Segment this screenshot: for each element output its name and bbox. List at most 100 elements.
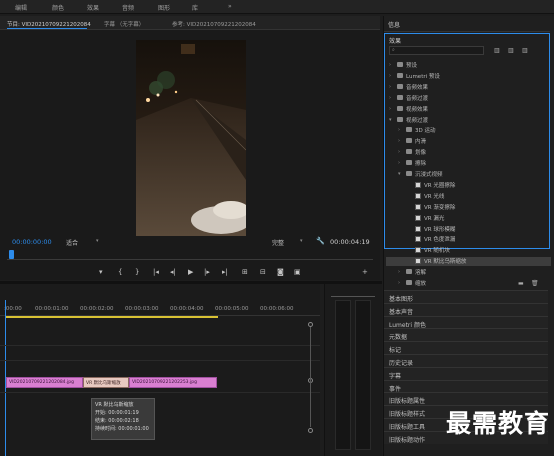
- tree-item-label: VR 球形模糊: [424, 226, 456, 233]
- effect-folder-item[interactable]: › 溶解: [386, 268, 551, 277]
- video-clip-2[interactable]: VID20210709221202253.jpg: [129, 377, 217, 388]
- vertical-scrollbar[interactable]: [310, 327, 311, 427]
- transition-clip[interactable]: VR 默比乌斯缩放: [83, 377, 129, 388]
- effect-item[interactable]: VR 随机块: [386, 246, 551, 255]
- effect-item[interactable]: VR 球形模糊: [386, 225, 551, 234]
- accelerated-effects-icon[interactable]: ▥: [494, 47, 500, 54]
- tab-program[interactable]: 节目: VID20210709221202084: [7, 20, 91, 28]
- transition-effect-icon: [415, 203, 421, 210]
- new-bin-icon[interactable]: ▬: [518, 280, 524, 287]
- effect-folder-item[interactable]: › 缩放: [386, 279, 551, 288]
- panel-header[interactable]: 历史记录: [384, 354, 548, 367]
- top-menu-bar: 编辑 颜色 效果 音频 图形 库 »: [0, 0, 554, 14]
- video-clip-1[interactable]: VID20210709221202084.jpg: [6, 377, 83, 388]
- mark-in-icon[interactable]: {: [118, 268, 122, 276]
- comparison-view-icon[interactable]: ▣: [294, 268, 301, 276]
- scroll-handle[interactable]: [308, 428, 313, 433]
- info-panel-title[interactable]: 信息: [388, 20, 400, 29]
- effect-folder-item[interactable]: › 预设: [386, 61, 551, 70]
- effect-item[interactable]: VR 渐变擦除: [386, 203, 551, 212]
- chevron-right-icon[interactable]: ›: [398, 269, 400, 275]
- effect-folder-item[interactable]: › 擦除: [386, 159, 551, 168]
- chevron-right-icon[interactable]: ›: [398, 149, 400, 155]
- chevron-down-icon[interactable]: ▾: [96, 238, 99, 244]
- step-back-icon[interactable]: ◂|: [170, 268, 176, 276]
- folder-icon: [397, 94, 403, 100]
- menu-more[interactable]: »: [228, 3, 232, 10]
- effect-item[interactable]: VR 漏光: [386, 214, 551, 223]
- menu-library[interactable]: 库: [192, 3, 198, 12]
- chevron-right-icon[interactable]: ›: [389, 62, 391, 68]
- zoom-dropdown[interactable]: 适合: [66, 238, 78, 247]
- effect-item[interactable]: VR 光圈擦除: [386, 181, 551, 190]
- chevron-down-icon[interactable]: ▾: [389, 117, 392, 123]
- mark-out-icon[interactable]: }: [135, 268, 139, 276]
- go-to-out-icon[interactable]: ▸|: [222, 268, 228, 276]
- 32bit-effects-icon[interactable]: ▥: [508, 47, 514, 54]
- go-to-in-icon[interactable]: |◂: [153, 268, 159, 276]
- menu-audio[interactable]: 音频: [122, 3, 134, 12]
- effect-folder-item[interactable]: › 音频效果: [386, 83, 551, 92]
- chevron-right-icon[interactable]: ›: [389, 84, 391, 90]
- panel-header[interactable]: 基本图形: [384, 290, 548, 303]
- ruler-tick: 00:00:01:00: [35, 306, 69, 312]
- effect-folder-item[interactable]: › 音频过渡: [386, 94, 551, 103]
- effect-item[interactable]: VR 光线: [386, 192, 551, 201]
- chevron-right-icon[interactable]: ›: [398, 138, 400, 144]
- effect-folder-item[interactable]: › Lumetri 预设: [386, 72, 551, 81]
- effects-search-input[interactable]: ⌕: [389, 46, 484, 55]
- work-area-bar[interactable]: [6, 316, 218, 318]
- effect-folder-item[interactable]: ▾ 沉浸式视频: [386, 170, 551, 179]
- chevron-right-icon[interactable]: ›: [389, 73, 391, 79]
- chevron-right-icon[interactable]: ›: [389, 95, 391, 101]
- chevron-down-icon[interactable]: ▾: [398, 171, 401, 177]
- yuv-effects-icon[interactable]: ▥: [522, 47, 528, 54]
- folder-icon: [397, 83, 403, 89]
- video-preview: [136, 40, 246, 236]
- chevron-right-icon[interactable]: ›: [398, 280, 400, 286]
- add-button-icon[interactable]: +: [362, 268, 368, 276]
- effect-folder-item[interactable]: › 视频效果: [386, 105, 551, 114]
- wrench-icon[interactable]: 🔧: [316, 237, 325, 245]
- chevron-right-icon[interactable]: ›: [389, 106, 391, 112]
- panel-header[interactable]: Lumetri 颜色: [384, 315, 548, 329]
- tree-item-label: 擦除: [415, 161, 427, 168]
- effect-folder-item[interactable]: › 内滑: [386, 137, 551, 146]
- tree-item-label: VR 色度泄漏: [424, 237, 456, 244]
- effects-tab[interactable]: 效果: [389, 36, 401, 45]
- chevron-right-icon[interactable]: ›: [398, 160, 400, 166]
- effect-item[interactable]: VR 色度泄漏: [386, 235, 551, 244]
- panel-header[interactable]: 元数据: [384, 328, 548, 342]
- export-frame-icon[interactable]: ◙: [277, 268, 284, 276]
- playhead-timecode[interactable]: 00:00:00:00: [12, 238, 52, 246]
- panel-header[interactable]: 基本声音: [384, 302, 548, 316]
- add-marker-icon[interactable]: ▾: [99, 268, 103, 276]
- menu-effects[interactable]: 效果: [87, 3, 99, 12]
- monitor-scrubber[interactable]: [7, 250, 373, 260]
- menu-color[interactable]: 颜色: [52, 3, 64, 12]
- effect-folder-item[interactable]: ▾ 视频过渡: [386, 116, 551, 125]
- quality-dropdown[interactable]: 完整: [272, 238, 284, 247]
- extract-icon[interactable]: ⊟: [260, 268, 266, 276]
- menu-edit[interactable]: 编辑: [15, 3, 27, 12]
- step-forward-icon[interactable]: |▸: [204, 268, 210, 276]
- tab-captions[interactable]: 字幕 （无字幕）: [104, 20, 144, 28]
- delete-icon[interactable]: 🗑: [531, 280, 539, 287]
- play-icon[interactable]: ▶: [188, 268, 193, 276]
- tab-reference[interactable]: 参考: VID20210709221202084: [172, 20, 256, 28]
- menu-graphics[interactable]: 图形: [158, 3, 170, 12]
- lift-icon[interactable]: ⊞: [242, 268, 248, 276]
- tooltip-duration: 持续时间: 00:00:01:00: [95, 426, 149, 432]
- effect-folder-item[interactable]: › 划像: [386, 148, 551, 157]
- playhead-marker[interactable]: [9, 250, 14, 259]
- effect-item[interactable]: VR 默比乌斯缩放: [386, 257, 551, 267]
- panel-header[interactable]: 字幕: [384, 366, 548, 380]
- transition-effect-icon: [415, 192, 421, 199]
- panel-header[interactable]: 标记: [384, 341, 548, 355]
- transition-effect-icon: [415, 225, 421, 232]
- transition-effect-icon: [415, 236, 421, 243]
- quality-chevron-icon[interactable]: ▾: [300, 238, 303, 244]
- effect-folder-item[interactable]: › 3D 运动: [386, 126, 551, 135]
- chevron-right-icon[interactable]: ›: [398, 127, 400, 133]
- panel-header[interactable]: 事件: [384, 379, 548, 393]
